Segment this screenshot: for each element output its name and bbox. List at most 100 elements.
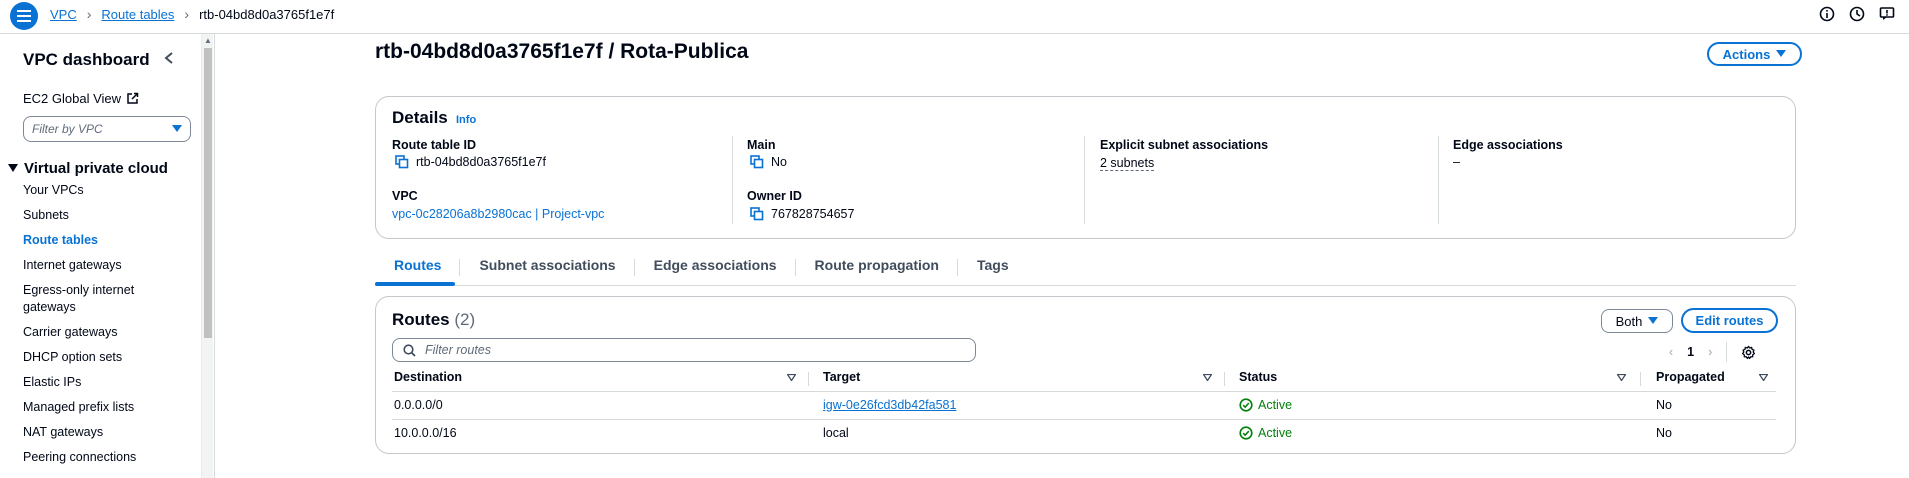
edit-routes-button[interactable]: Edit routes <box>1681 308 1778 333</box>
scroll-up-icon[interactable]: ▲ <box>204 36 212 45</box>
cell-destination: 0.0.0.0/0 <box>394 398 443 412</box>
breadcrumb-vpc[interactable]: VPC <box>50 7 77 22</box>
column-header-target[interactable]: Target <box>823 370 860 384</box>
table-row-divider <box>392 419 1776 420</box>
pagination: ‹ 1 › <box>1669 342 1756 362</box>
route-table-id-text: rtb-04bd8d0a3765f1e7f <box>416 155 546 169</box>
owner-id-label: Owner ID <box>747 189 802 203</box>
next-page-icon[interactable]: › <box>1708 345 1712 359</box>
actions-button-label: Actions <box>1722 46 1771 62</box>
info-icon[interactable] <box>1819 6 1835 22</box>
tab-label: Routes <box>394 257 442 273</box>
column-divider <box>808 372 809 386</box>
copy-icon[interactable] <box>395 155 409 169</box>
sidebar-item-route-tables[interactable]: Route tables <box>23 232 203 249</box>
sidebar-nav-list: Your VPCs Subnets Route tables Internet … <box>23 182 203 474</box>
caret-down-icon <box>172 125 182 132</box>
column-header-destination[interactable]: Destination <box>394 370 462 384</box>
chevron-left-icon[interactable] <box>163 51 175 65</box>
scrollbar-thumb[interactable] <box>204 48 212 338</box>
caret-down-icon <box>1776 50 1787 57</box>
sort-caret-icon[interactable] <box>1617 374 1626 381</box>
cell-status: Active <box>1239 398 1292 412</box>
breadcrumb-current: rtb-04bd8d0a3765f1e7f <box>199 6 335 22</box>
edge-associations-value: – <box>1453 155 1460 169</box>
both-select[interactable]: Both <box>1601 309 1673 333</box>
details-heading: Details <box>392 108 448 127</box>
feedback-icon[interactable] <box>1879 6 1895 22</box>
sidebar-scrollbar[interactable]: ▲ <box>201 34 213 478</box>
column-header-status[interactable]: Status <box>1239 370 1277 384</box>
sidebar-item-your-vpcs[interactable]: Your VPCs <box>23 182 203 199</box>
settings-gear-icon[interactable] <box>1741 345 1756 360</box>
tab-edge-associations[interactable]: Edge associations <box>635 257 796 279</box>
menu-button[interactable] <box>10 2 38 30</box>
route-table-id-value: rtb-04bd8d0a3765f1e7f <box>395 155 546 169</box>
sidebar-item-nat-gateways[interactable]: NAT gateways <box>23 424 203 441</box>
current-page-number[interactable]: 1 <box>1687 345 1694 359</box>
cell-target: local <box>823 426 849 440</box>
column-header-propagated[interactable]: Propagated <box>1656 370 1725 384</box>
tabs-baseline <box>375 285 1796 286</box>
main-value: No <box>750 155 787 169</box>
tab-subnet-associations[interactable]: Subnet associations <box>460 257 635 279</box>
vpc-label: VPC <box>392 189 418 203</box>
sidebar-item-egress-only-internet-gateways[interactable]: Egress-only internet gateways <box>23 282 153 316</box>
tab-route-propagation[interactable]: Route propagation <box>796 257 958 279</box>
edge-associations-label: Edge associations <box>1453 138 1563 152</box>
cell-status: Active <box>1239 426 1292 440</box>
column-divider <box>1084 136 1085 224</box>
history-icon[interactable] <box>1849 6 1865 22</box>
sidebar-item-ec2-global-view[interactable]: EC2 Global View <box>23 91 139 106</box>
vpc-link[interactable]: vpc-0c28206a8b2980cac | Project-vpc <box>392 207 604 221</box>
status-success-icon <box>1239 426 1253 440</box>
status-text: Active <box>1258 398 1293 412</box>
explicit-subnet-associations-label: Explicit subnet associations <box>1100 138 1269 152</box>
copy-icon[interactable] <box>750 207 764 221</box>
actions-button[interactable]: Actions <box>1707 42 1802 66</box>
edit-routes-label: Edit routes <box>1695 313 1764 328</box>
tab-routes[interactable]: Routes <box>375 257 461 279</box>
sort-caret-icon[interactable] <box>1203 374 1212 381</box>
both-select-value: Both <box>1615 313 1643 329</box>
sidebar-item-carrier-gateways[interactable]: Carrier gateways <box>23 324 203 341</box>
top-utility-icons <box>1819 6 1895 22</box>
sidebar-item-dhcp-option-sets[interactable]: DHCP option sets <box>23 349 203 366</box>
tab-tags[interactable]: Tags <box>958 257 1028 279</box>
sidebar-item-label: EC2 Global View <box>23 91 122 106</box>
vpc-filter-select[interactable]: Filter by VPC <box>23 116 191 142</box>
cell-target-link[interactable]: igw-0e26fcd3db42fa581 <box>823 398 956 412</box>
breadcrumb-route-tables[interactable]: Route tables <box>101 7 174 22</box>
sidebar-item-elastic-ips[interactable]: Elastic IPs <box>23 374 203 391</box>
explicit-subnet-associations-popover[interactable]: 2 subnets <box>1100 156 1155 171</box>
sidebar-item-peering-connections[interactable]: Peering connections <box>23 449 203 466</box>
cell-propagated: No <box>1656 398 1672 412</box>
sidebar-item-internet-gateways[interactable]: Internet gateways <box>23 257 203 274</box>
tab-label: Route propagation <box>814 257 939 273</box>
routes-container <box>375 296 1796 454</box>
sidebar-section-virtual-private-cloud[interactable]: Virtual private cloud <box>8 160 168 177</box>
owner-id-value: 767828754657 <box>750 207 854 221</box>
column-divider <box>1640 372 1641 386</box>
routes-heading: Routes (2) <box>392 310 475 330</box>
sidebar-title[interactable]: VPC dashboard <box>23 50 150 70</box>
column-divider <box>1438 136 1439 224</box>
external-link-icon <box>127 92 139 104</box>
details-info-link[interactable]: Info <box>456 114 476 126</box>
status-success-icon <box>1239 398 1253 412</box>
main-label: Main <box>747 138 776 152</box>
copy-icon[interactable] <box>750 155 764 169</box>
routes-search-input[interactable]: Filter routes <box>392 338 976 362</box>
tab-label: Edge associations <box>653 257 777 273</box>
sidebar-item-managed-prefix-lists[interactable]: Managed prefix lists <box>23 399 203 416</box>
sort-caret-icon[interactable] <box>787 374 796 381</box>
previous-page-icon[interactable]: ‹ <box>1669 345 1673 359</box>
table-header-divider <box>392 391 1776 392</box>
sort-caret-icon[interactable] <box>1759 374 1768 381</box>
cell-propagated: No <box>1656 426 1672 440</box>
breadcrumb: VPC › Route tables › rtb-04bd8d0a3765f1e… <box>50 6 334 22</box>
cell-destination: 10.0.0.0/16 <box>394 426 457 440</box>
tab-label: Subnet associations <box>479 257 616 273</box>
column-divider <box>732 136 733 224</box>
sidebar-item-subnets[interactable]: Subnets <box>23 207 203 224</box>
